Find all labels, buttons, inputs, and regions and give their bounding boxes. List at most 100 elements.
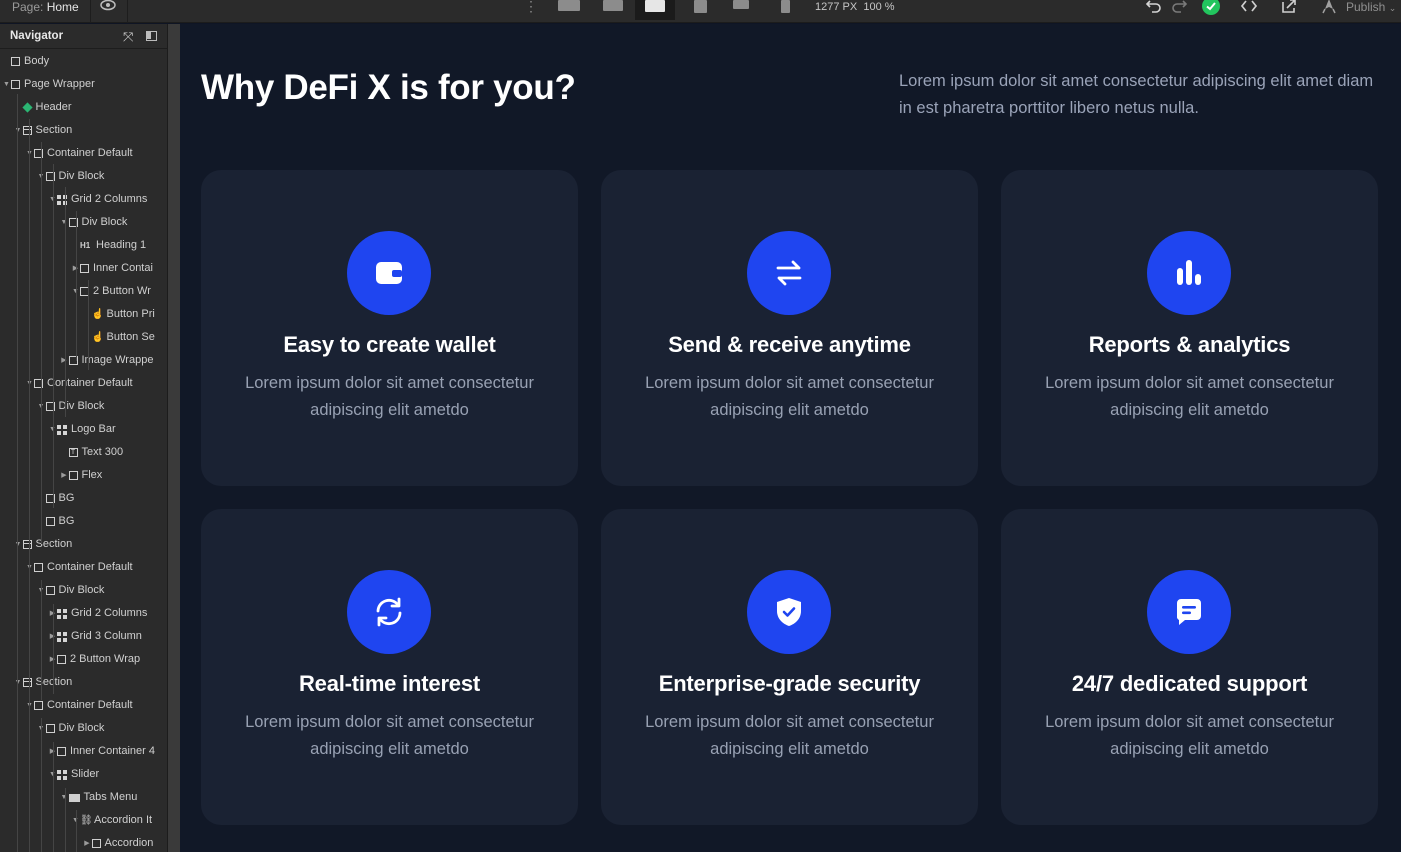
feature-icon-badge	[347, 570, 431, 654]
canvas-zoom: 100 %	[863, 1, 895, 13]
navigator-item[interactable]: ▶ Flex	[60, 464, 102, 487]
navigator-title: Navigator	[10, 30, 64, 42]
navigator-item[interactable]: ▶Inner Container 4	[48, 740, 155, 763]
navigator-item[interactable]: Body	[2, 50, 49, 73]
toolbar-divider	[90, 0, 91, 23]
navigator-item[interactable]: ▼Grid 2 Columns	[48, 188, 147, 211]
navigator-item[interactable]: ▼2 Button Wr	[71, 280, 151, 303]
more-options-icon[interactable]: ⋮	[524, 0, 538, 15]
share-icon[interactable]	[1280, 0, 1298, 15]
navigator-item[interactable]: ▶ Accordion	[83, 832, 153, 852]
feature-card[interactable]: Enterprise-grade security Lorem ipsum do…	[601, 509, 978, 825]
navigator-item[interactable]: ☝ Button Pri	[83, 303, 155, 326]
navigator-item[interactable]: ▼Section	[14, 533, 73, 556]
box-icon	[45, 724, 55, 733]
navigator-item[interactable]: ▼Container Default	[25, 556, 133, 579]
navigator-item[interactable]: Header	[14, 96, 72, 119]
navigator-item-label: 2 Button Wrap	[70, 653, 141, 665]
feature-description: Lorem ipsum dolor sit amet consectetur a…	[245, 374, 534, 419]
publish-rocket-icon	[1322, 0, 1336, 14]
navigator-item[interactable]: ☝ Button Se	[83, 326, 155, 349]
box-icon	[57, 655, 66, 664]
code-export-icon[interactable]	[1240, 0, 1258, 15]
canvas-width: 1277 PX	[815, 1, 858, 13]
expand-caret-icon[interactable]: ▼	[60, 786, 69, 809]
breakpoint-large-desktop-icon[interactable]	[549, 0, 589, 20]
redo-icon[interactable]	[1170, 0, 1188, 15]
collapse-all-icon[interactable]: ⤧	[123, 29, 133, 45]
navigator-item[interactable]: ▼Div Block	[37, 395, 105, 418]
navigator-item[interactable]: ▼⛓Accordion It	[71, 809, 152, 832]
collapse-caret-icon[interactable]: ▶	[60, 464, 69, 487]
dock-panel-icon[interactable]	[146, 31, 157, 41]
tree-guide-line	[41, 580, 42, 700]
feature-card[interactable]: Reports & analytics Lorem ipsum dolor si…	[1001, 170, 1378, 486]
tree-guide-line	[29, 559, 30, 699]
feature-card[interactable]: 24/7 dedicated support Lorem ipsum dolor…	[1001, 509, 1378, 825]
undo-icon[interactable]	[1145, 0, 1163, 15]
navigator-item-label: Div Block	[58, 170, 105, 182]
breakpoint-mobile-landscape-icon[interactable]	[721, 0, 761, 20]
feature-title: Send & receive anytime	[668, 332, 911, 357]
navigator-item[interactable]: ▼ Section	[14, 119, 73, 142]
heading-icon: H1	[80, 241, 91, 250]
feature-card[interactable]: Send & receive anytime Lorem ipsum dolor…	[601, 170, 978, 486]
text-block-icon: T	[68, 448, 78, 457]
navigator-item[interactable]: H1 Heading 1	[71, 234, 146, 257]
canvas-size-readout: 1277 PX 100 %	[815, 0, 895, 14]
navigator-item-label: Section	[35, 124, 73, 136]
navigator-item[interactable]: ▼Div Block	[37, 717, 105, 740]
breakpoint-mobile-portrait-icon[interactable]	[765, 0, 805, 20]
feature-title: Enterprise-grade security	[658, 671, 921, 696]
collapse-caret-icon[interactable]: ▶	[83, 832, 92, 852]
navigator-item[interactable]: ▼ Page Wrapper	[2, 73, 95, 96]
breakpoint-tablet-icon[interactable]	[680, 0, 720, 20]
navigator-item-label: Grid 3 Column	[71, 630, 142, 642]
expand-caret-icon[interactable]: ▼	[2, 73, 11, 96]
publish-button[interactable]: Publish ⌄	[1346, 0, 1396, 15]
navigator-item-label: Body	[24, 55, 50, 67]
tree-guide-line	[88, 280, 89, 370]
navigator-item[interactable]: ▼Slider	[48, 763, 99, 786]
wallet-icon	[376, 262, 402, 284]
navigator-item[interactable]: BG	[37, 510, 74, 533]
feature-card[interactable]: Easy to create wallet Lorem ipsum dolor …	[201, 170, 578, 486]
navigator-item[interactable]: T Text 300	[60, 441, 123, 464]
navigator-item[interactable]: BG	[37, 487, 74, 510]
designer-canvas: Why DeFi X is for you? Lorem ipsum dolor…	[180, 24, 1401, 852]
navigator-item[interactable]: ▶Grid 2 Columns	[48, 602, 148, 625]
tree-guide-line	[29, 696, 30, 852]
navigator-item[interactable]: ▼Logo Bar	[48, 418, 116, 441]
transfer-arrows-icon	[776, 260, 802, 286]
container-icon	[34, 563, 43, 572]
navigator-item[interactable]: ▶2 Button Wrap	[48, 648, 140, 671]
navigator-item[interactable]: ▼Div Block	[37, 165, 105, 188]
expand-caret-icon[interactable]: ▼	[60, 211, 69, 234]
navigator-item[interactable]: ▼ Tabs Menu	[60, 786, 138, 809]
navigator-scrollbar[interactable]	[168, 24, 180, 852]
toolbar-divider	[127, 0, 128, 23]
preview-eye-icon[interactable]	[100, 0, 116, 12]
navigator-item-label: Heading 1	[96, 239, 147, 251]
breakpoint-desktop-icon[interactable]	[593, 0, 633, 20]
expand-caret-icon[interactable]: ▼	[14, 533, 23, 556]
tree-guide-line	[76, 211, 77, 361]
shield-check-icon	[777, 598, 801, 626]
tabs-icon	[68, 793, 80, 802]
navigator-item[interactable]: ▼Section	[14, 671, 73, 694]
page-selector[interactable]: Page: Home	[12, 0, 79, 14]
breakpoint-base-icon[interactable]	[635, 0, 675, 20]
expand-caret-icon[interactable]: ▼	[14, 671, 23, 694]
tree-guide-line	[41, 394, 42, 544]
navigator-item[interactable]: ▶ Image Wrappe	[60, 349, 153, 372]
feature-icon-badge	[347, 231, 431, 315]
navigator-item[interactable]: ▶Inner Contai	[71, 257, 153, 280]
navigator-item[interactable]: ▼Div Block	[60, 211, 128, 234]
box-icon	[80, 264, 89, 273]
navigator-item[interactable]: ▶Grid 3 Column	[48, 625, 142, 648]
feature-card[interactable]: Real-time interest Lorem ipsum dolor sit…	[201, 509, 578, 825]
navigator-item[interactable]: ▼Div Block	[37, 579, 105, 602]
tree-guide-line	[29, 119, 30, 559]
collapse-caret-icon[interactable]: ▶	[60, 349, 69, 372]
expand-caret-icon[interactable]: ▼	[14, 119, 23, 142]
